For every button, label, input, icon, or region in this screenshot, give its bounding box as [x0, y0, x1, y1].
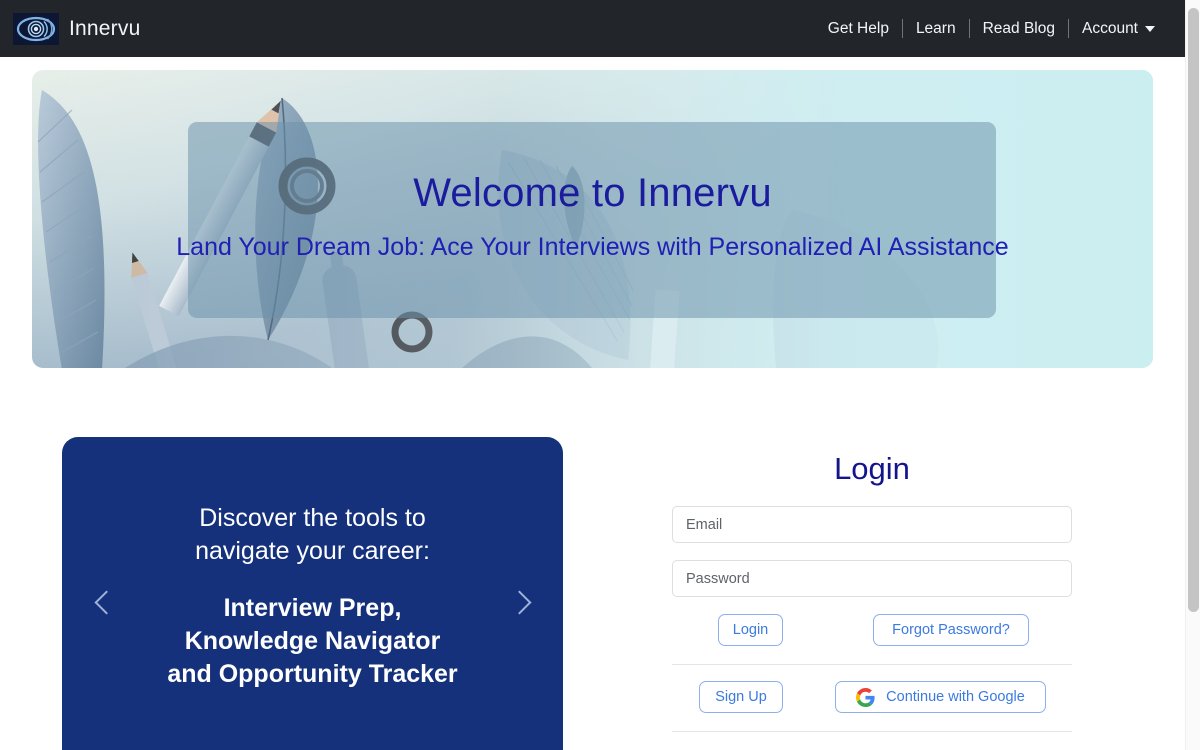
primary-action-row: Login Forgot Password? — [672, 614, 1072, 646]
nav-links: Get Help Learn Read Blog Account — [815, 0, 1185, 57]
login-title: Login — [834, 451, 910, 486]
carousel-next-button[interactable] — [491, 437, 547, 750]
hero-title: Welcome to Innervu — [413, 171, 772, 215]
page-viewport: Innervu Get Help Learn Read Blog Account — [0, 0, 1200, 750]
hero-banner: Welcome to Innervu Land Your Dream Job: … — [32, 70, 1153, 368]
password-field[interactable] — [672, 560, 1072, 597]
page-scrollbar[interactable] — [1185, 0, 1200, 750]
page-scrollbar-thumb[interactable] — [1188, 8, 1199, 612]
form-bottom-divider — [672, 731, 1072, 732]
nav-link-get-help[interactable]: Get Help — [815, 19, 902, 39]
main-content: Discover the tools to navigate your care… — [0, 368, 1185, 750]
form-divider — [672, 664, 1072, 665]
chevron-left-icon — [93, 589, 119, 615]
secondary-action-row: Sign Up Continue with Google — [672, 681, 1072, 713]
brand-logo[interactable]: Innervu — [13, 12, 141, 45]
carousel-content: Discover the tools to navigate your care… — [62, 437, 563, 691]
eye-icon — [13, 12, 59, 45]
email-field[interactable] — [672, 506, 1072, 543]
nav-link-account[interactable]: Account — [1069, 19, 1168, 39]
carousel-feature-line-2: Knowledge Navigator — [184, 626, 441, 655]
continue-with-google-button[interactable]: Continue with Google — [835, 681, 1046, 713]
top-navigation-bar: Innervu Get Help Learn Read Blog Account — [0, 0, 1185, 57]
brand-name: Innervu — [69, 16, 141, 40]
hero-text-block: Welcome to Innervu Land Your Dream Job: … — [32, 70, 1153, 368]
chevron-down-icon — [1145, 25, 1155, 32]
sign-up-button[interactable]: Sign Up — [699, 681, 783, 713]
features-carousel: Discover the tools to navigate your care… — [62, 437, 563, 750]
login-button[interactable]: Login — [718, 614, 783, 646]
google-g-icon — [856, 687, 875, 707]
carousel-lead-line-2: navigate your career: — [195, 537, 430, 566]
chevron-right-icon — [506, 589, 532, 615]
nav-link-read-blog[interactable]: Read Blog — [970, 19, 1068, 39]
carousel-lead-line-1: Discover the tools to — [199, 504, 426, 532]
carousel-prev-button[interactable] — [78, 437, 134, 750]
hero-subtitle: Land Your Dream Job: Ace Your Interviews… — [176, 233, 1009, 261]
nav-link-learn[interactable]: Learn — [903, 19, 969, 39]
login-panel: Login Login Forgot Password? Sign Up — [672, 453, 1072, 732]
forgot-password-button[interactable]: Forgot Password? — [873, 614, 1029, 646]
continue-with-google-label: Continue with Google — [886, 689, 1025, 705]
carousel-feature-line-3: and Opportunity Tracker — [167, 660, 458, 688]
nav-link-account-label: Account — [1081, 19, 1138, 37]
carousel-feature-line-1: Interview Prep, — [223, 593, 402, 622]
